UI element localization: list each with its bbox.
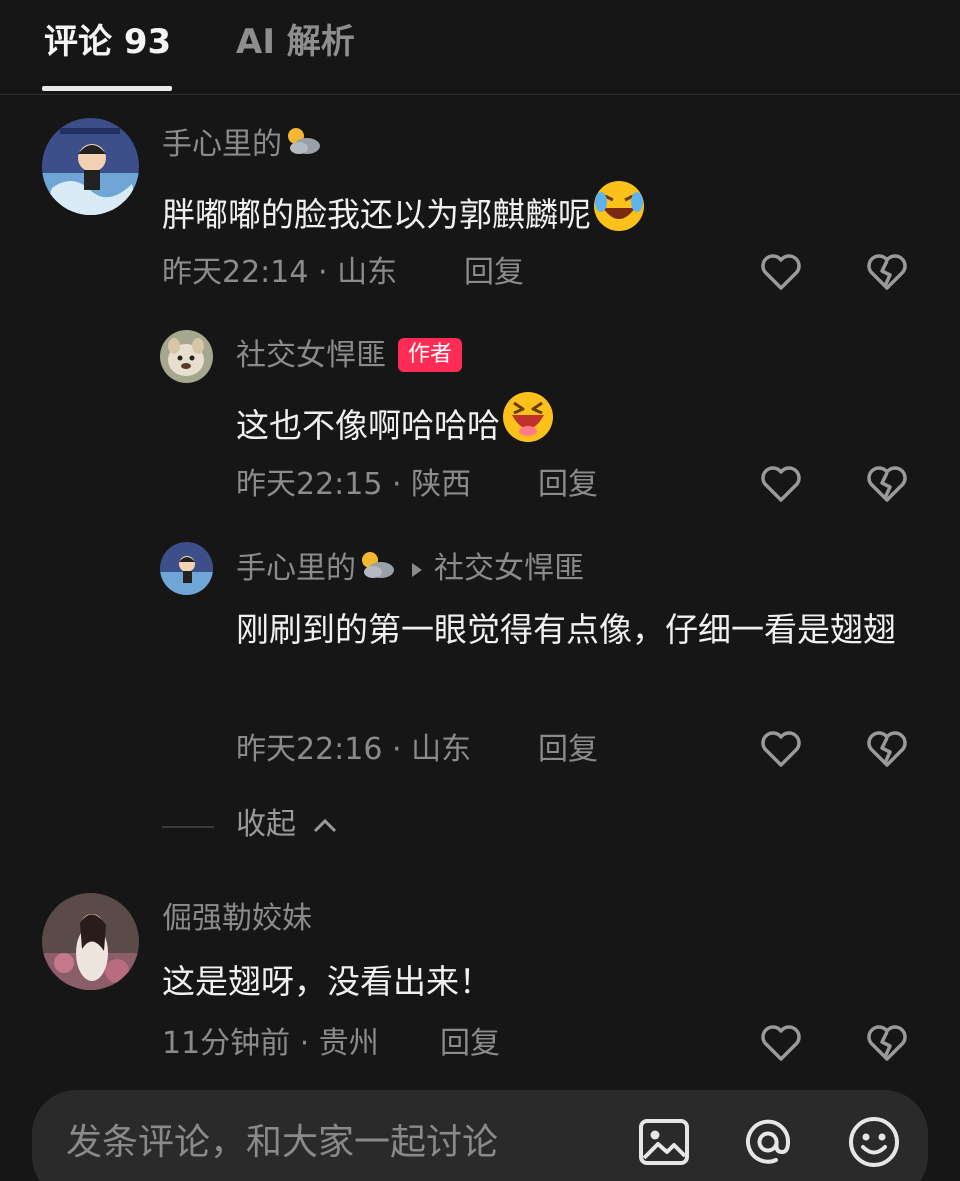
mention-at-icon[interactable] — [740, 1114, 796, 1170]
comment-meta: 昨天22:15 · 陕西 — [236, 467, 472, 502]
comment-text: 这是翅呀，没看出来！ — [162, 962, 492, 1001]
tab-comments[interactable]: 评论 93 — [44, 20, 171, 64]
avatar[interactable] — [160, 330, 213, 383]
reply-button[interactable]: 回复 — [464, 253, 524, 293]
comment-text: 这也不像啊哈哈哈 — [236, 389, 556, 463]
sun-behind-cloud-icon — [356, 548, 396, 591]
collapse-divider — [162, 826, 214, 828]
comment-meta: 11分钟前 · 贵州 — [162, 1026, 379, 1061]
avatar[interactable] — [42, 118, 139, 215]
sun-behind-cloud-icon — [282, 124, 322, 167]
comment-input-bar[interactable]: 发条评论，和大家一起讨论 — [32, 1090, 928, 1181]
collapse-replies-button[interactable]: 收起 — [236, 805, 338, 846]
comment-text: 刚刷到的第一眼觉得有点像，仔细一看是翅翅 — [236, 610, 896, 649]
like-heart-icon[interactable] — [759, 727, 803, 771]
active-tab-indicator — [42, 86, 172, 91]
tab-ai-analysis[interactable]: AI 解析 — [236, 20, 355, 64]
tab-bar: 评论 93 AI 解析 — [0, 0, 960, 95]
comment-meta: 昨天22:14 · 山东 — [162, 255, 398, 290]
comment-username[interactable]: 手心里的 社交女悍匪 — [236, 548, 584, 591]
like-heart-icon[interactable] — [759, 250, 803, 294]
comment-meta: 昨天22:16 · 山东 — [236, 732, 472, 767]
dislike-broken-heart-icon[interactable] — [865, 1021, 909, 1065]
avatar[interactable] — [160, 542, 213, 595]
reply-arrow-icon — [410, 550, 424, 590]
comment-username[interactable]: 手心里的 — [162, 124, 322, 167]
dislike-broken-heart-icon[interactable] — [865, 727, 909, 771]
image-icon[interactable] — [636, 1114, 692, 1170]
comment-username[interactable]: 倔强勒姣妹 — [162, 899, 312, 939]
comment-username[interactable]: 社交女悍匪 作者 — [236, 336, 463, 376]
dislike-broken-heart-icon[interactable] — [865, 462, 909, 506]
comments-panel: 评论 93 AI 解析 手心里的 胖嘟嘟的脸我还以为郭麒麟呢 昨天22:14 ·… — [0, 0, 960, 1181]
like-heart-icon[interactable] — [759, 1021, 803, 1065]
comment-text: 胖嘟嘟的脸我还以为郭麒麟呢 — [162, 178, 647, 252]
reply-button[interactable]: 回复 — [538, 730, 598, 770]
like-heart-icon[interactable] — [759, 462, 803, 506]
reply-to-username[interactable]: 社交女悍匪 — [434, 551, 584, 586]
dislike-broken-heart-icon[interactable] — [865, 250, 909, 294]
rolling-laughing-face-icon — [591, 178, 647, 252]
author-badge: 作者 — [398, 338, 463, 372]
laughing-face-icon — [500, 389, 556, 463]
avatar[interactable] — [42, 893, 139, 990]
reply-button[interactable]: 回复 — [538, 465, 598, 505]
comment-input-placeholder[interactable]: 发条评论，和大家一起讨论 — [66, 1120, 498, 1166]
emoji-smiley-icon[interactable] — [846, 1114, 902, 1170]
chevron-up-icon — [312, 806, 338, 846]
reply-button[interactable]: 回复 — [440, 1024, 500, 1064]
